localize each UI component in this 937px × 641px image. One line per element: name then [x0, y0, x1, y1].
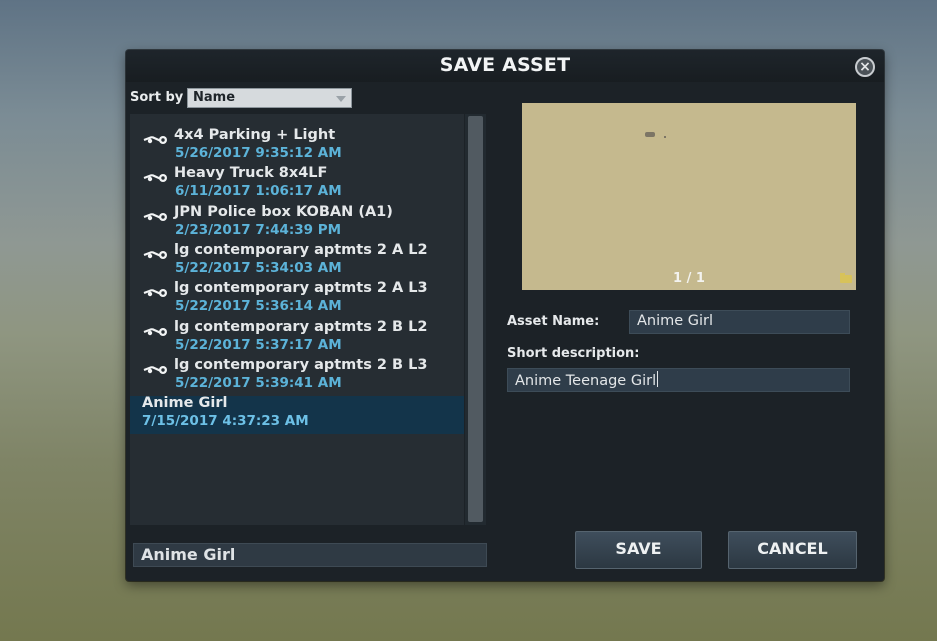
- filename-input[interactable]: Anime Girl: [133, 543, 487, 567]
- asset-name-field[interactable]: Anime Girl: [629, 310, 850, 334]
- preview-detail: [645, 132, 655, 137]
- steam-workshop-icon: [143, 209, 169, 223]
- asset-list-item[interactable]: lg contemporary aptmts 2 A L3 5/22/2017 5…: [130, 280, 464, 319]
- asset-list: 4x4 Parking + Light 5/26/2017 9:35:12 AM H…: [130, 114, 464, 525]
- steam-workshop-icon: [143, 132, 169, 146]
- preview-detail: [664, 136, 666, 138]
- asset-item-date: 5/22/2017 5:37:17 AM: [175, 336, 342, 353]
- asset-item-name: lg contemporary aptmts 2 B L2: [174, 318, 428, 335]
- asset-item-name: Heavy Truck 8x4LF: [174, 165, 328, 182]
- short-description-value: Anime Teenage Girl: [515, 373, 657, 389]
- sort-by-label: Sort by: [130, 90, 184, 105]
- asset-item-date: 5/22/2017 5:34:03 AM: [175, 259, 342, 276]
- asset-list-item[interactable]: Heavy Truck 8x4LF 6/11/2017 1:06:17 AM: [130, 165, 464, 204]
- asset-list-item[interactable]: lg contemporary aptmts 2 B L2 5/22/2017 5…: [130, 318, 464, 358]
- asset-list-item[interactable]: Anime Girl 7/15/2017 4:37:23 AM: [130, 395, 464, 435]
- dialog-title: SAVE ASSET: [439, 54, 571, 76]
- asset-item-name: 4x4 Parking + Light: [174, 127, 336, 143]
- chevron-down-icon: [336, 96, 346, 102]
- close-icon[interactable]: ×: [855, 57, 875, 77]
- asset-item-name: lg contemporary aptmts 2 B L3: [174, 356, 428, 373]
- save-asset-dialog: SAVE ASSET × Sort by Name 4x4 Parking + …: [126, 50, 884, 581]
- steam-workshop-icon: [143, 324, 169, 338]
- text-caret: [657, 371, 659, 387]
- asset-item-name: lg contemporary aptmts 2 A L3: [174, 280, 428, 297]
- asset-item-name: Anime Girl: [142, 395, 228, 412]
- steam-workshop-icon: [143, 285, 169, 299]
- steam-workshop-icon: [143, 247, 169, 261]
- scrollbar-thumb[interactable]: [468, 116, 483, 522]
- asset-list-scrollbar[interactable]: [465, 114, 486, 525]
- asset-item-date: 5/22/2017 5:39:41 AM: [175, 374, 342, 391]
- asset-item-date: 5/26/2017 9:35:12 AM: [175, 145, 342, 161]
- sort-by-dropdown[interactable]: Name: [187, 88, 352, 108]
- steam-workshop-icon: [143, 362, 169, 376]
- asset-list-item[interactable]: JPN Police box KOBAN (A1) 2/23/2017 7:44:…: [130, 203, 464, 243]
- asset-item-name: lg contemporary aptmts 2 A L2: [174, 241, 428, 258]
- short-description-field[interactable]: Anime Teenage Girl: [507, 368, 850, 392]
- asset-item-date: 6/11/2017 1:06:17 AM: [175, 183, 342, 200]
- title-bar: SAVE ASSET ×: [126, 50, 884, 82]
- preview-counter: 1 / 1: [673, 271, 705, 286]
- asset-item-name: JPN Police box KOBAN (A1): [174, 203, 393, 220]
- asset-item-date: 5/22/2017 5:36:14 AM: [175, 298, 342, 315]
- asset-item-date: 2/23/2017 7:44:39 PM: [175, 221, 342, 238]
- folder-icon[interactable]: [840, 273, 852, 283]
- asset-preview-image: 1 / 1: [522, 103, 856, 290]
- asset-name-label: Asset Name:: [507, 314, 600, 329]
- asset-list-item[interactable]: 4x4 Parking + Light 5/26/2017 9:35:12 AM: [130, 127, 464, 166]
- asset-item-date: 7/15/2017 4:37:23 AM: [142, 413, 309, 430]
- save-button[interactable]: SAVE: [575, 531, 702, 569]
- steam-workshop-icon: [143, 170, 169, 184]
- cancel-button[interactable]: CANCEL: [728, 531, 857, 569]
- asset-list-item[interactable]: lg contemporary aptmts 2 A L2 5/22/2017 5…: [130, 241, 464, 281]
- sort-by-value: Name: [193, 90, 236, 105]
- short-description-label: Short description:: [507, 346, 640, 361]
- asset-list-item[interactable]: lg contemporary aptmts 2 B L3 5/22/2017 5…: [130, 356, 464, 396]
